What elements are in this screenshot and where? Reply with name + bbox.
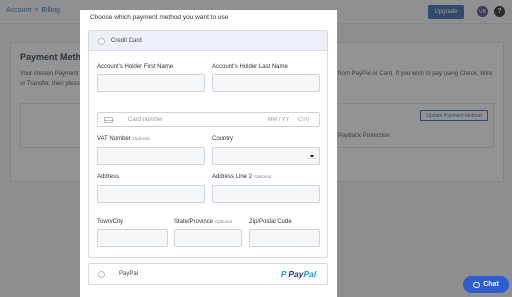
credit-card-form: Credit Card Account's Holder First Name … bbox=[88, 30, 328, 258]
city-field[interactable] bbox=[97, 229, 168, 247]
address-line2-label: Address Line 2 Optional bbox=[212, 174, 271, 180]
state-label: State/Province Optional bbox=[174, 219, 232, 225]
address-line2-field[interactable] bbox=[212, 185, 320, 203]
paypal-label: PayPal bbox=[119, 271, 139, 277]
vat-number-field[interactable] bbox=[97, 147, 205, 165]
address-label: Address bbox=[97, 174, 120, 180]
last-name-field[interactable] bbox=[212, 74, 320, 92]
vat-number-label: VAT Number Optional bbox=[97, 136, 149, 142]
chat-bubble-icon bbox=[473, 281, 481, 288]
paypal-radio[interactable] bbox=[98, 271, 105, 278]
city-label: Town/City bbox=[97, 219, 124, 225]
address-line2-label-text: Address Line 2 bbox=[212, 174, 253, 180]
card-number-field[interactable]: Card number MM / YY CVV bbox=[97, 112, 320, 127]
paypal-logo: P PayPal bbox=[281, 269, 316, 279]
state-optional-tag: Optional bbox=[215, 219, 232, 224]
payment-method-modal: Choose which payment method you want to … bbox=[80, 10, 337, 297]
paypal-logo-pay: Pay bbox=[288, 269, 304, 279]
paypal-option[interactable]: PayPal P PayPal bbox=[88, 263, 328, 285]
vat-optional-tag: Optional bbox=[132, 136, 150, 141]
state-label-text: State/Province bbox=[174, 219, 214, 225]
paypal-logo-pal: Pal bbox=[303, 269, 317, 279]
credit-card-radio[interactable] bbox=[98, 38, 105, 45]
credit-card-icon bbox=[104, 117, 114, 123]
card-number-placeholder: Card number bbox=[128, 116, 164, 123]
address-line2-optional-tag: Optional bbox=[254, 174, 271, 179]
first-name-label: Account's Holder First Name bbox=[97, 64, 174, 70]
chevron-down-icon bbox=[310, 155, 314, 158]
card-cvv-placeholder: CVV bbox=[298, 116, 310, 123]
zip-label: Zip/Postal Code bbox=[249, 219, 292, 225]
address-field[interactable] bbox=[97, 185, 205, 203]
zip-field[interactable] bbox=[249, 229, 320, 247]
card-expiry-placeholder: MM / YY bbox=[268, 116, 289, 123]
country-label: Country bbox=[212, 136, 234, 142]
last-name-label: Account's Holder Last Name bbox=[212, 64, 288, 70]
vat-number-label-text: VAT Number bbox=[97, 136, 131, 142]
first-name-field[interactable] bbox=[97, 74, 205, 92]
country-select[interactable] bbox=[212, 147, 320, 165]
credit-card-label: Credit Card bbox=[111, 38, 142, 44]
modal-header: Choose which payment method you want to … bbox=[90, 14, 229, 21]
chat-button[interactable]: Chat bbox=[463, 276, 509, 293]
credit-card-option[interactable]: Credit Card bbox=[89, 31, 327, 51]
chat-label: Chat bbox=[483, 281, 499, 288]
paypal-mark-icon: P bbox=[281, 269, 287, 279]
state-field[interactable] bbox=[174, 229, 242, 247]
